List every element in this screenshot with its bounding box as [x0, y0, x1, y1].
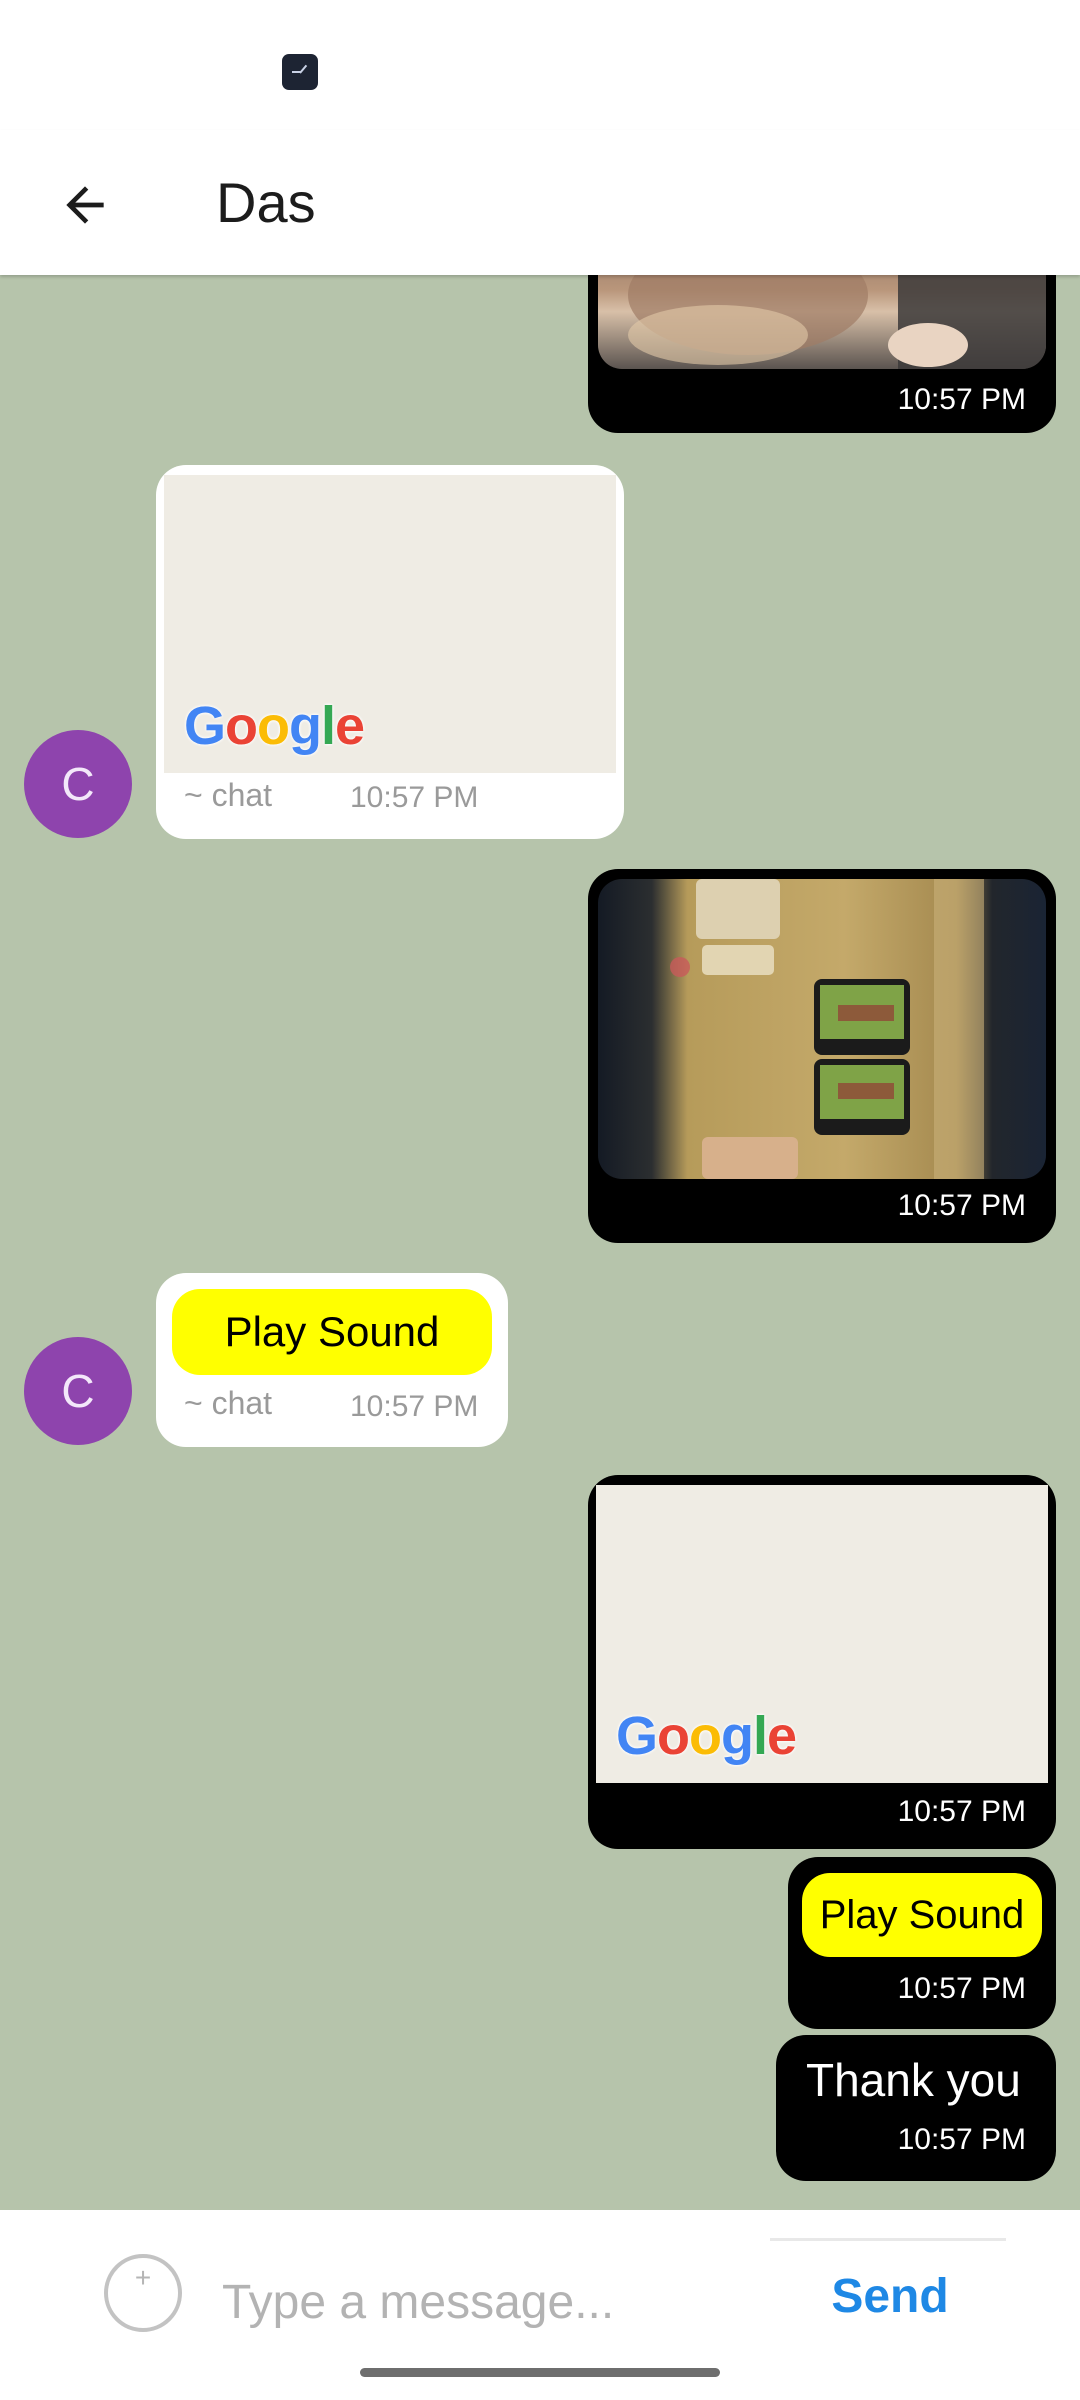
message-list[interactable]: 10:57 PM C Google ~ chat 10:57 PM 10:57 …: [0, 275, 1080, 2210]
sender-name: ~ chat: [184, 777, 273, 813]
message-input[interactable]: [222, 2262, 742, 2342]
google-logo: Google: [616, 1706, 797, 1766]
map-preview[interactable]: Google: [596, 1485, 1048, 1783]
message-time: 10:57 PM: [350, 1390, 479, 1423]
status-bar: [0, 0, 1080, 130]
send-button[interactable]: Send: [780, 2256, 1000, 2336]
map-preview[interactable]: Google: [164, 475, 616, 773]
google-logo: Google: [184, 696, 365, 756]
incoming-sound-message[interactable]: Play Sound ~ chat 10:57 PM: [156, 1273, 508, 1447]
outgoing-image-message[interactable]: 10:57 PM: [588, 869, 1056, 1243]
send-divider: [770, 2238, 1006, 2241]
outgoing-image-message[interactable]: 10:57 PM: [588, 275, 1056, 433]
clock-app-icon: [282, 54, 318, 90]
avatar[interactable]: C: [24, 730, 132, 838]
app-bar: Das: [0, 130, 1080, 275]
outgoing-map-message[interactable]: Google 10:57 PM: [588, 1475, 1056, 1849]
sender-name: ~ chat: [184, 1385, 273, 1421]
chat-title: Das: [216, 171, 316, 234]
play-sound-button[interactable]: Play Sound: [802, 1873, 1042, 1957]
message-time: 10:57 PM: [897, 1189, 1026, 1222]
message-photo[interactable]: [598, 275, 1046, 369]
message-time: 10:57 PM: [897, 1795, 1026, 1828]
back-button[interactable]: [40, 160, 130, 250]
message-time: 10:57 PM: [897, 2123, 1026, 2156]
play-sound-button[interactable]: Play Sound: [172, 1289, 492, 1375]
incoming-map-message[interactable]: Google ~ chat 10:57 PM: [156, 465, 624, 839]
message-photo[interactable]: [598, 879, 1046, 1179]
plus-circle-icon[interactable]: +: [104, 2254, 182, 2332]
message-time: 10:57 PM: [897, 1972, 1026, 2005]
photo-content: [670, 879, 984, 1179]
photo-content: [628, 275, 1046, 369]
avatar[interactable]: C: [24, 1337, 132, 1445]
home-indicator[interactable]: [360, 2368, 720, 2377]
outgoing-sound-message[interactable]: Play Sound 10:57 PM: [788, 1857, 1056, 2029]
message-time: 10:57 PM: [350, 781, 479, 814]
outgoing-text-message[interactable]: Thank you 10:57 PM: [776, 2035, 1056, 2181]
arrow-left-icon: [66, 186, 104, 224]
message-text: Thank you: [806, 2054, 1021, 2106]
message-time: 10:57 PM: [897, 383, 1026, 416]
